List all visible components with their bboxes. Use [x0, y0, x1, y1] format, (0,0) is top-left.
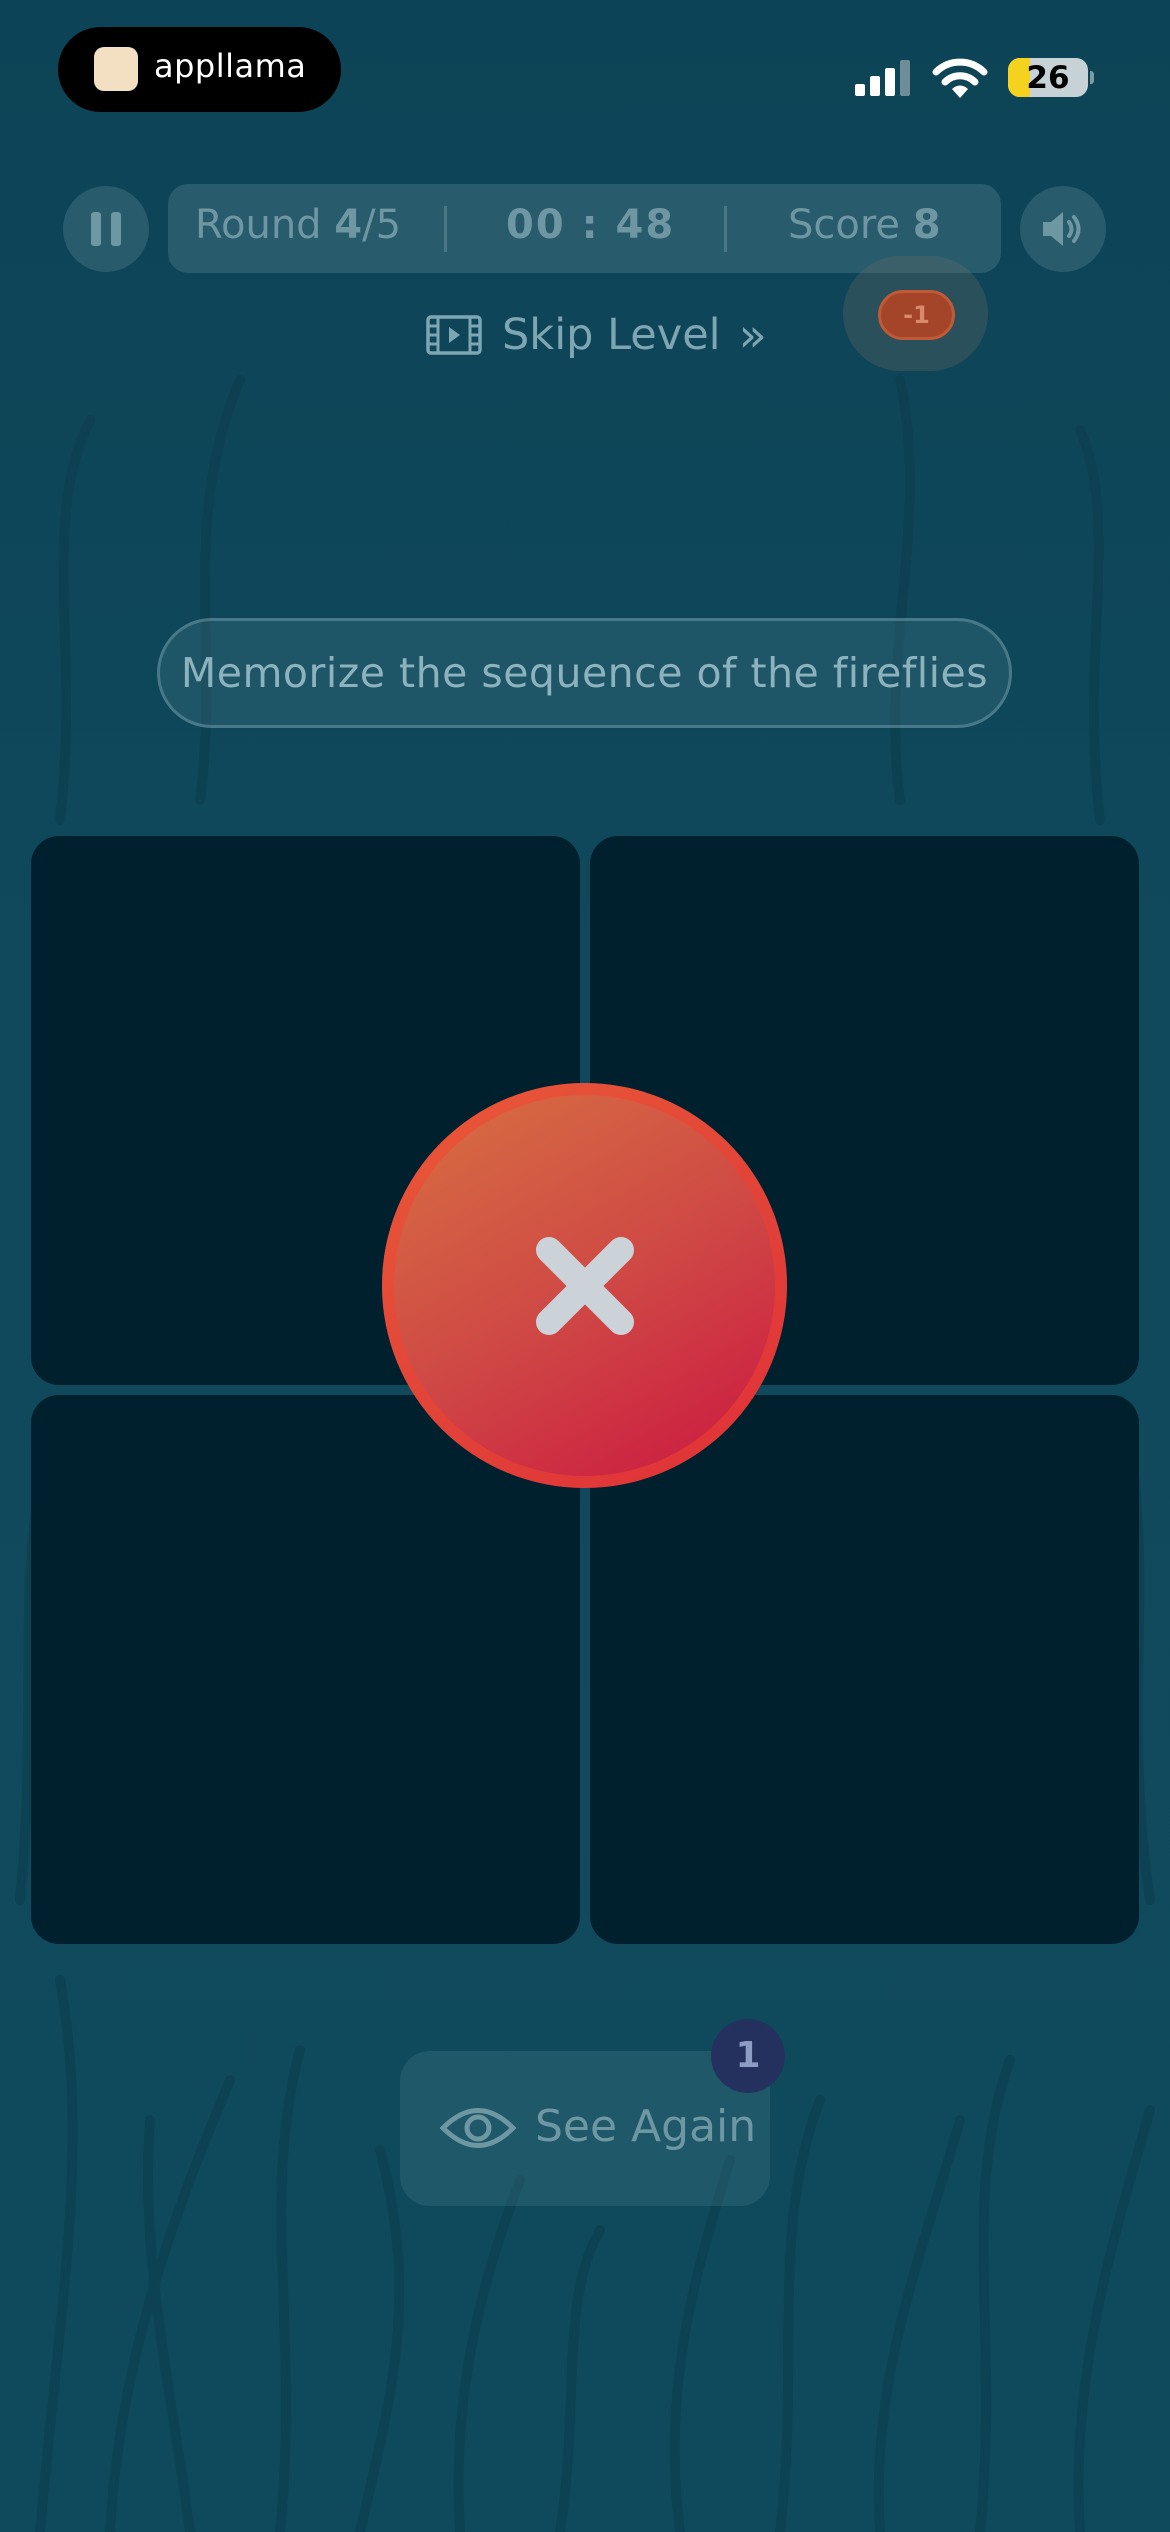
speaker-icon [1043, 212, 1081, 246]
score-label: Score [788, 202, 901, 248]
app-badge[interactable]: appllama [58, 27, 341, 112]
battery-tip [1090, 71, 1094, 84]
pause-icon [86, 212, 126, 246]
score-value: 8 [912, 202, 941, 248]
penalty-badge: -1 [878, 290, 955, 340]
firefly-tile[interactable] [590, 1395, 1139, 1944]
eye-icon [440, 2108, 516, 2148]
chevron-right-icon: » [738, 308, 767, 362]
app-name: appllama [154, 47, 307, 85]
hud-divider [444, 206, 447, 252]
see-again-label: See Again [535, 2101, 757, 2152]
close-icon [536, 1237, 634, 1335]
signal-icon [855, 60, 910, 96]
firefly-tile[interactable] [31, 1395, 580, 1944]
round-value: 4 [334, 202, 363, 248]
skip-level-label: Skip Level [502, 310, 721, 360]
llama-logo-icon [94, 47, 138, 91]
wifi-icon [932, 58, 988, 98]
sound-button[interactable] [1020, 186, 1106, 272]
timer: 00 : 48 [506, 202, 676, 248]
video-icon [426, 315, 482, 355]
instruction-banner: Memorize the sequence of the fireflies [157, 618, 1012, 728]
game-hud: Round 4/5 00 : 48 Score 8 [168, 184, 1001, 273]
skip-level-button[interactable]: Skip Level » [426, 305, 767, 365]
round-label: Round [195, 202, 322, 248]
battery-percentage: 26 [1026, 60, 1070, 96]
battery-icon: 26 [1008, 58, 1088, 97]
see-again-button[interactable]: See Again [400, 2051, 770, 2206]
round-indicator: Round 4/5 [195, 202, 401, 248]
hud-divider [724, 206, 727, 252]
see-again-count-badge: 1 [711, 2019, 785, 2093]
pause-button[interactable] [63, 186, 149, 272]
round-total: /5 [362, 202, 402, 248]
score-indicator: Score 8 [788, 202, 941, 248]
